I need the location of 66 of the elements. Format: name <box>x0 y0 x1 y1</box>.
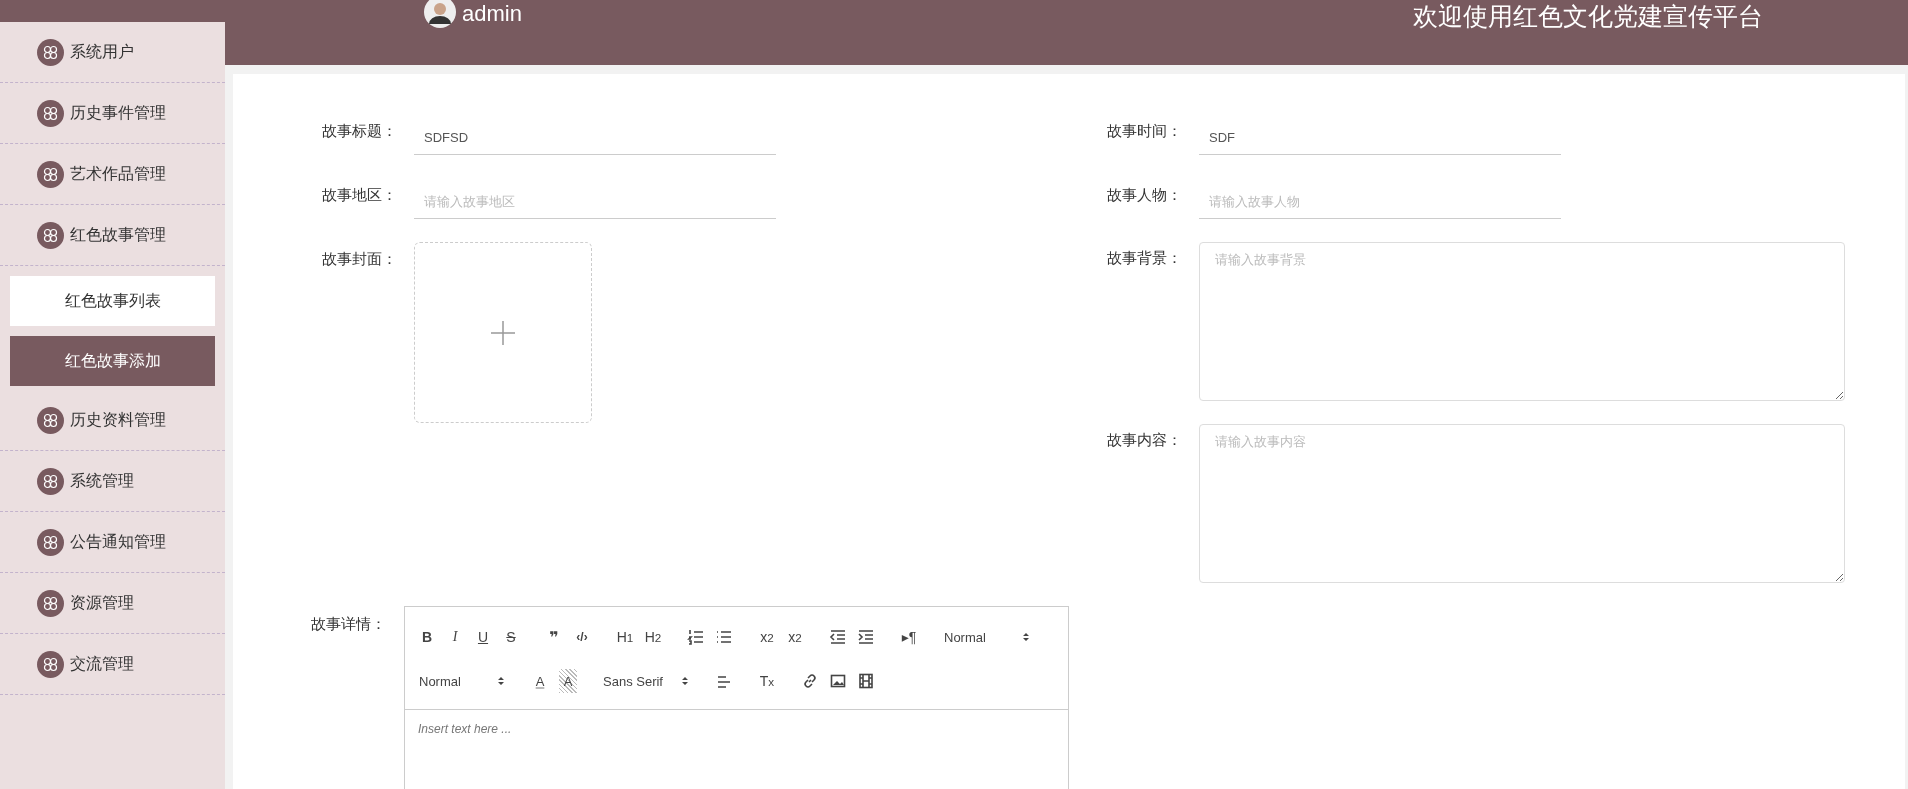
menu-item[interactable]: 红色故事管理 <box>0 205 225 266</box>
menu-item[interactable]: 交流管理 <box>0 634 225 695</box>
menu-label: 交流管理 <box>70 653 134 674</box>
format-select[interactable]: Sans Serif <box>597 669 695 693</box>
format-select[interactable]: Normal <box>938 625 1036 649</box>
field-label: 故事背景： <box>1107 248 1183 268</box>
field-label: 故事时间： <box>1107 121 1183 141</box>
ordered-list-icon <box>687 628 705 646</box>
flower-icon <box>37 406 64 434</box>
menu-label: 公告通知管理 <box>70 531 166 552</box>
flower-icon <box>37 650 64 678</box>
flower-icon <box>37 38 64 66</box>
plus-icon <box>489 318 517 347</box>
editor-placeholder[interactable]: Insert text here ... <box>405 710 1068 789</box>
menu-label: 红色故事管理 <box>70 224 166 245</box>
image-icon <box>829 672 847 690</box>
text-color-button[interactable]: A <box>526 669 554 693</box>
menu-label: 历史资料管理 <box>70 409 166 430</box>
text-area[interactable]: 请输入故事背景 <box>1199 242 1845 401</box>
menu-label: 资源管理 <box>70 592 134 613</box>
indent-icon <box>857 628 875 646</box>
field-label: 故事人物： <box>1107 185 1183 205</box>
underline-button[interactable]: U <box>469 625 497 649</box>
select-caret-icon <box>681 675 689 687</box>
menu-item[interactable]: 资源管理 <box>0 573 225 634</box>
link-icon <box>801 672 819 690</box>
avatar-icon <box>424 0 456 28</box>
submenu-item[interactable]: 红色故事添加 <box>10 336 215 386</box>
format-select[interactable]: Normal <box>413 669 511 693</box>
flower-icon <box>37 467 64 495</box>
menu-item[interactable]: 历史资料管理 <box>0 390 225 451</box>
flower-icon <box>37 221 64 249</box>
menu-item[interactable]: 历史事件管理 <box>0 83 225 144</box>
field-label: 故事标题： <box>322 121 398 141</box>
italic-button[interactable]: I <box>441 625 469 649</box>
bullet-list-icon <box>715 628 733 646</box>
menu-label: 系统管理 <box>70 470 134 491</box>
menu-label: 艺术作品管理 <box>70 163 166 184</box>
bold-button[interactable]: B <box>413 625 441 649</box>
menu-item[interactable]: 公告通知管理 <box>0 512 225 573</box>
menu-label: 历史事件管理 <box>70 102 166 123</box>
code-button[interactable]: ‹/› <box>568 625 596 649</box>
select-caret-icon <box>497 675 505 687</box>
page-title: 欢迎使用红色文化党建宣传平台 <box>1413 1 1763 32</box>
flower-icon <box>37 99 64 127</box>
video-icon <box>857 672 875 690</box>
flower-icon <box>37 589 64 617</box>
flower-icon <box>37 160 64 188</box>
strikethrough-button[interactable]: S <box>497 625 525 649</box>
field-label: 故事内容： <box>1107 430 1183 450</box>
highlight-button[interactable]: A <box>559 669 577 693</box>
field-label: 故事封面： <box>322 249 398 269</box>
blockquote-button[interactable]: ❞ <box>540 625 568 649</box>
submenu-item[interactable]: 红色故事列表 <box>10 276 215 326</box>
field-label: 故事详情： <box>311 614 387 634</box>
select-caret-icon <box>1022 631 1030 643</box>
outdent-icon <box>829 628 847 646</box>
text-direction-button[interactable]: ▸¶ <box>895 625 923 649</box>
text-area[interactable]: 请输入故事内容 <box>1199 424 1845 583</box>
menu-label: 系统用户 <box>70 41 134 62</box>
menu-item[interactable]: 系统用户 <box>0 22 225 83</box>
menu-item[interactable]: 艺术作品管理 <box>0 144 225 205</box>
menu-item[interactable]: 系统管理 <box>0 451 225 512</box>
username: admin <box>462 1 522 27</box>
flower-icon <box>37 528 64 556</box>
field-label: 故事地区： <box>322 185 398 205</box>
